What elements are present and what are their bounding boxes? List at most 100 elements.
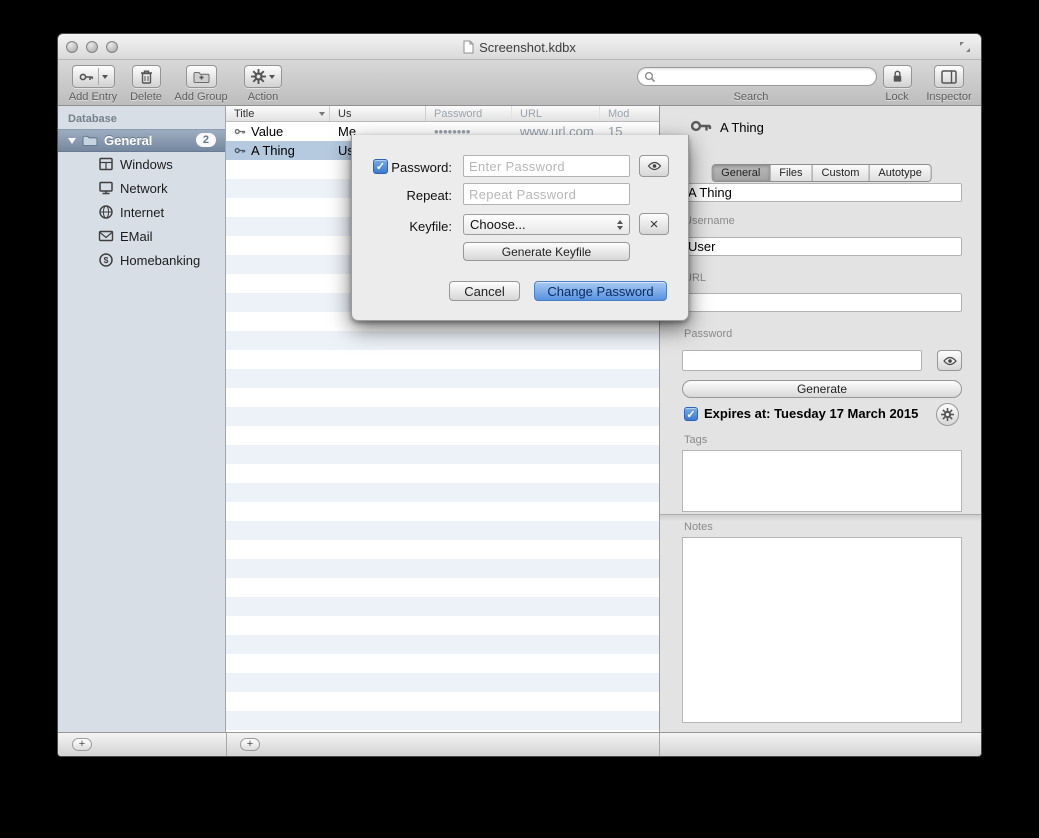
url-field[interactable] bbox=[682, 293, 962, 312]
title-field[interactable] bbox=[682, 183, 962, 202]
tags-label: Tags bbox=[684, 434, 707, 446]
column-header-password[interactable]: Password bbox=[426, 106, 512, 121]
entry-list-header: Title Us Password URL Mod bbox=[226, 106, 659, 122]
folder-icon bbox=[82, 134, 98, 147]
add-entry-label: Add Entry bbox=[69, 91, 117, 103]
gear-icon bbox=[251, 69, 266, 84]
column-header-title[interactable]: Title bbox=[226, 106, 330, 121]
inspector-bezel bbox=[934, 65, 964, 88]
monitor-icon bbox=[98, 180, 114, 196]
pane-divider bbox=[659, 733, 660, 756]
sidebar-item-internet[interactable]: Internet bbox=[58, 200, 225, 224]
sidebar-group-label: General bbox=[104, 133, 152, 148]
toolbar: Add Entry Delete bbox=[58, 60, 981, 106]
disclosure-triangle-icon[interactable] bbox=[68, 138, 76, 144]
trash-icon bbox=[139, 69, 154, 85]
tab-custom[interactable]: Custom bbox=[813, 165, 870, 181]
chevron-down-icon bbox=[102, 75, 108, 79]
notes-input[interactable] bbox=[682, 537, 962, 723]
password-enable-checkbox[interactable]: ✓ bbox=[373, 159, 388, 174]
delete-button[interactable]: Delete bbox=[128, 65, 164, 103]
add-entry-button[interactable]: Add Entry bbox=[64, 65, 122, 103]
clear-keyfile-button[interactable]: × bbox=[639, 213, 669, 235]
tab-files[interactable]: Files bbox=[770, 165, 812, 181]
eye-icon bbox=[943, 356, 957, 366]
svg-text:$: $ bbox=[104, 255, 109, 265]
tags-input[interactable] bbox=[682, 450, 962, 512]
add-group-button[interactable]: Add Group bbox=[170, 65, 232, 103]
sidebar-item-homebanking[interactable]: $ Homebanking bbox=[58, 248, 225, 272]
sheet-keyfile-label: Keyfile: bbox=[388, 219, 452, 234]
eye-icon bbox=[647, 161, 662, 171]
globe-icon bbox=[98, 204, 114, 220]
sidebar: Database General 2 Windows bbox=[58, 106, 226, 732]
username-field[interactable] bbox=[682, 237, 962, 256]
repeat-password-input[interactable] bbox=[463, 183, 630, 205]
lock-icon bbox=[890, 69, 905, 84]
add-group-label: Add Group bbox=[174, 91, 227, 103]
key-icon bbox=[234, 125, 247, 138]
column-header-modified[interactable]: Mod bbox=[600, 106, 659, 121]
sidebar-item-label: EMail bbox=[120, 229, 153, 244]
expires-options-button[interactable] bbox=[936, 403, 959, 426]
delete-label: Delete bbox=[130, 91, 162, 103]
lock-label: Lock bbox=[885, 91, 908, 103]
key-icon bbox=[234, 144, 247, 157]
keyfile-popup-value: Choose... bbox=[470, 217, 617, 232]
add-group-plus-button[interactable]: + bbox=[72, 738, 92, 751]
search-input[interactable] bbox=[637, 67, 877, 86]
search-label: Search bbox=[734, 91, 769, 103]
inspector-tabs: General Files Custom Autotype bbox=[711, 164, 932, 182]
add-group-bezel bbox=[186, 65, 217, 88]
change-password-button[interactable]: Change Password bbox=[534, 281, 667, 301]
generate-keyfile-button[interactable]: Generate Keyfile bbox=[463, 242, 630, 261]
section-divider bbox=[660, 514, 982, 521]
change-password-sheet: ✓ Password: Repeat: Keyfile: Choose... ×… bbox=[351, 135, 689, 321]
column-header-url[interactable]: URL bbox=[512, 106, 600, 121]
window-title-area: Screenshot.kdbx bbox=[58, 34, 981, 60]
lock-bezel bbox=[883, 65, 912, 88]
keyfile-popup[interactable]: Choose... bbox=[463, 214, 630, 235]
sidebar-group-general[interactable]: General 2 bbox=[58, 129, 225, 152]
cell-title: Value bbox=[226, 124, 330, 139]
reveal-password-button[interactable] bbox=[937, 350, 962, 371]
window-panes-icon bbox=[98, 156, 114, 172]
tab-general[interactable]: General bbox=[712, 165, 770, 181]
popup-stepper-icon bbox=[617, 220, 623, 230]
sidebar-item-network[interactable]: Network bbox=[58, 176, 225, 200]
app-window: Screenshot.kdbx Add Entry bbox=[57, 33, 982, 757]
desktop-background: Screenshot.kdbx Add Entry bbox=[0, 0, 1039, 838]
entry-count-badge: 2 bbox=[196, 133, 216, 147]
pane-divider bbox=[226, 733, 227, 756]
enter-password-input[interactable] bbox=[463, 155, 630, 177]
generate-password-button[interactable]: Generate bbox=[682, 380, 962, 398]
sidebar-item-windows[interactable]: Windows bbox=[58, 152, 225, 176]
add-entry-plus-button[interactable]: + bbox=[240, 738, 260, 751]
sheet-repeat-label: Repeat: bbox=[388, 188, 452, 203]
inspector-button[interactable]: Inspector bbox=[922, 65, 976, 103]
inspector-entry-title: A Thing bbox=[720, 120, 764, 135]
password-field[interactable] bbox=[682, 350, 922, 371]
delete-bezel bbox=[132, 65, 161, 88]
sheet-reveal-password-button[interactable] bbox=[639, 155, 669, 177]
split-divider bbox=[98, 68, 99, 85]
search-control: Search bbox=[631, 65, 871, 103]
sidebar-item-email[interactable]: EMail bbox=[58, 224, 225, 248]
notes-label: Notes bbox=[684, 521, 713, 533]
action-button[interactable]: Action bbox=[240, 65, 286, 103]
lock-button[interactable]: Lock bbox=[878, 65, 916, 103]
cancel-button[interactable]: Cancel bbox=[449, 281, 520, 301]
tab-autotype[interactable]: Autotype bbox=[869, 165, 930, 181]
column-header-username[interactable]: Us bbox=[330, 106, 426, 121]
gear-icon bbox=[941, 408, 954, 421]
sort-indicator-icon bbox=[319, 112, 325, 116]
sheet-password-label: Password: bbox=[388, 160, 452, 175]
document-icon bbox=[463, 40, 474, 54]
bottom-bar: + + bbox=[58, 732, 981, 756]
expires-checkbox[interactable]: ✓ bbox=[684, 407, 698, 421]
fullscreen-icon[interactable] bbox=[959, 41, 971, 53]
search-icon bbox=[644, 71, 656, 83]
key-icon bbox=[79, 69, 95, 85]
titlebar: Screenshot.kdbx bbox=[58, 34, 981, 60]
key-icon bbox=[690, 114, 714, 138]
